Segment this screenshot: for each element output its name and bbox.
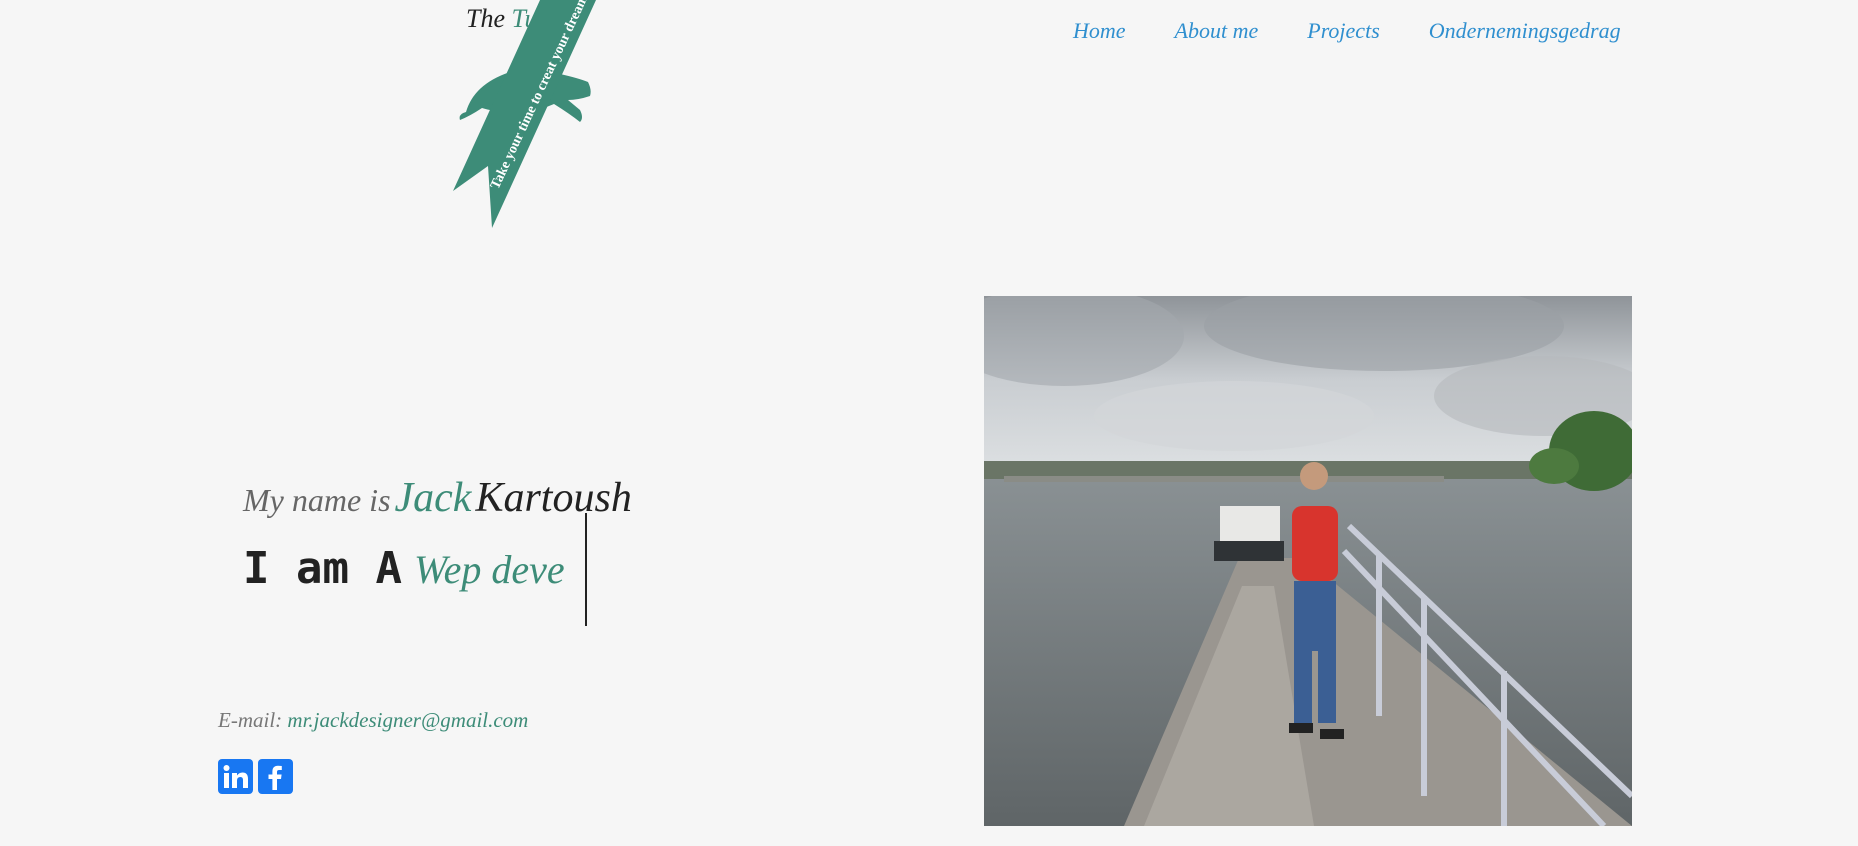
linkedin-icon — [223, 765, 248, 788]
nav-home[interactable]: Home — [1073, 18, 1126, 44]
email-link[interactable]: mr.jackdesigner@gmail.com — [287, 708, 528, 732]
profile-photo — [984, 296, 1632, 826]
email-line: E-mail: mr.jackdesigner@gmail.com — [218, 708, 528, 733]
typing-cursor — [585, 513, 587, 626]
linkedin-button[interactable] — [218, 759, 253, 794]
email-label: E-mail: — [218, 708, 283, 732]
role-prefix: I am A — [243, 543, 402, 594]
first-name: Jack — [394, 475, 472, 521]
facebook-icon — [268, 765, 282, 790]
nav-about-me[interactable]: About me — [1175, 18, 1259, 44]
last-name: Kartoush — [475, 475, 632, 521]
social-links — [218, 759, 293, 794]
role-typed-text: Wep deve — [413, 547, 565, 592]
facebook-button[interactable] — [258, 759, 293, 794]
nav-projects[interactable]: Projects — [1307, 18, 1380, 44]
role-line: I am A Wep deve — [243, 543, 565, 594]
brand-logo: Take your time to creat your dreams — [453, 0, 596, 228]
profile-photo-image — [984, 296, 1632, 826]
intro-lead: My name is — [243, 482, 391, 518]
nav-ondernemingsgedrag[interactable]: Ondernemingsgedrag — [1429, 18, 1621, 44]
main-nav: Home About me Projects Ondernemingsgedra… — [1073, 18, 1621, 44]
intro-line: My name is Jack Kartoush — [243, 474, 632, 522]
